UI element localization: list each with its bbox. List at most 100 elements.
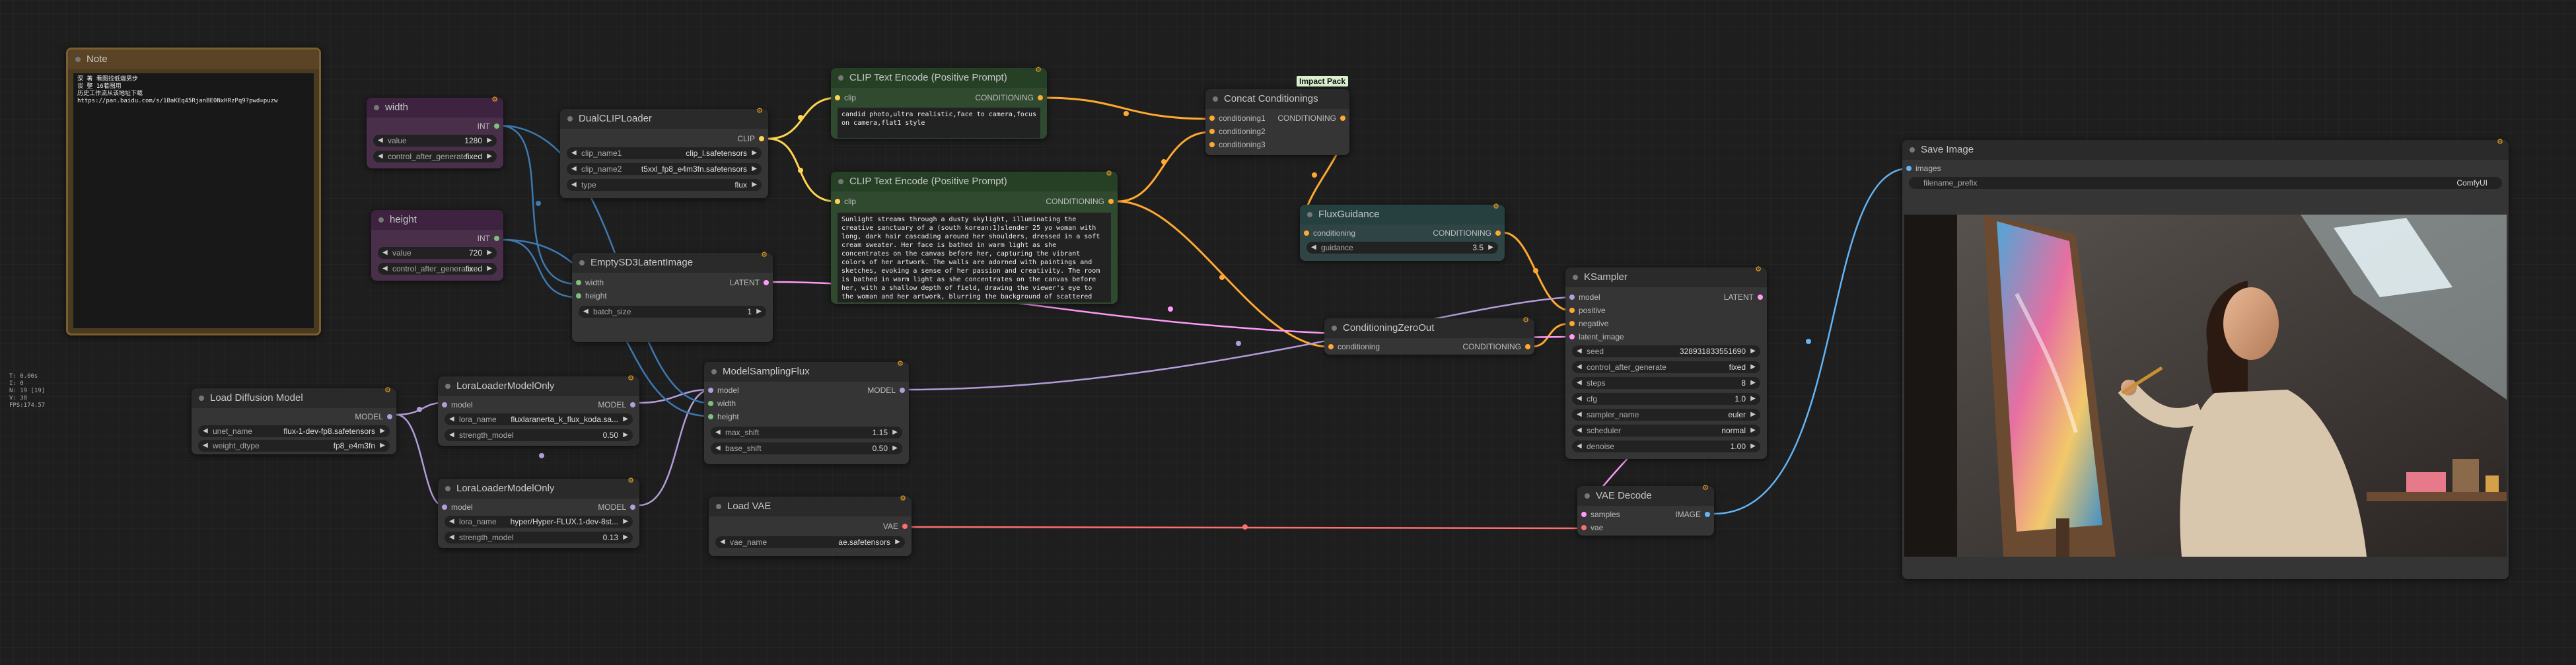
output-conditioning[interactable]: CONDITIONING (1046, 195, 1118, 207)
load-vae-node[interactable]: Load VAE ⚙ VAE ◀ vae_name ae.safetensors ▶ (709, 495, 912, 556)
input-conditioning[interactable]: conditioning (1324, 341, 1380, 353)
clip-name2-widget[interactable]: ◀ clip_name2 t5xxl_fp8_e4m3fn.safetensors ▶ (567, 163, 762, 175)
clip-encode-title-bar[interactable]: CLIP Text Encode (Positive Prompt) ⚙ (831, 66, 1047, 88)
prompt-textarea[interactable]: candid photo,ultra realistic,face to cam… (838, 108, 1040, 138)
input-connector[interactable] (1581, 512, 1587, 517)
dualclip-title-bar[interactable]: DualCLIPLoader ⚙ (560, 107, 768, 129)
increment-arrow-icon[interactable]: ▶ (1488, 242, 1493, 254)
output-model[interactable]: MODEL (598, 501, 639, 513)
increment-arrow-icon[interactable]: ▶ (1750, 440, 1756, 452)
lora-title-bar[interactable]: LoraLoaderModelOnly ⚙ (438, 374, 639, 396)
output-connector[interactable] (494, 123, 499, 129)
input-connector[interactable] (835, 199, 840, 204)
input-clip[interactable]: clip (831, 92, 856, 104)
note-text-area[interactable]: 深 著 看图找低端男步 谈 整 16着图用 历史工作流从该地址下载 https:… (73, 73, 314, 328)
decrement-arrow-icon[interactable]: ◀ (571, 147, 577, 159)
width-title-bar[interactable]: width ⚙ (367, 96, 503, 118)
output-connector[interactable] (1525, 344, 1530, 349)
input-width[interactable]: width (704, 398, 736, 409)
output-image[interactable]: IMAGE (1675, 508, 1714, 520)
decrement-arrow-icon[interactable]: ◀ (449, 429, 454, 441)
input-connector[interactable] (576, 293, 581, 298)
increment-arrow-icon[interactable]: ▶ (1750, 393, 1756, 405)
ksampler-node[interactable]: KSampler ⚙ model LATENT positive negative… (1565, 265, 1767, 459)
decrement-arrow-icon[interactable]: ◀ (720, 536, 725, 548)
output-connector[interactable] (900, 388, 905, 393)
output-connector[interactable] (387, 414, 392, 419)
strength-model-widget[interactable]: ◀ strength_model 0.13 ▶ (445, 532, 633, 543)
height-title-bar[interactable]: height (371, 210, 503, 230)
flux-guidance-title-bar[interactable]: FluxGuidance ⚙ (1300, 203, 1505, 225)
collapse-dot[interactable] (1213, 96, 1218, 102)
increment-arrow-icon[interactable]: ▶ (1750, 345, 1756, 357)
collapse-dot[interactable] (1573, 275, 1578, 280)
input-connector[interactable] (576, 280, 581, 285)
collapse-dot[interactable] (378, 217, 384, 223)
collapse-dot[interactable] (838, 179, 843, 184)
flux-guidance-node[interactable]: FluxGuidance ⚙ conditioning CONDITIONING … (1300, 203, 1505, 261)
output-vae[interactable]: VAE (883, 520, 912, 532)
dualclip-loader-node[interactable]: DualCLIPLoader ⚙ CLIP ◀ clip_name1 clip_l.s… (560, 107, 768, 198)
ksampler-title-bar[interactable]: KSampler ⚙ (1565, 265, 1767, 287)
clip-encode-title-bar[interactable]: CLIP Text Encode (Positive Prompt) ⚙ (831, 170, 1118, 192)
input-conditioning[interactable]: conditioning (1300, 227, 1355, 239)
input-connector[interactable] (1569, 295, 1575, 300)
lora-title-bar[interactable]: LoraLoaderModelOnly ⚙ (438, 477, 639, 499)
input-conditioning3[interactable]: conditioning3 (1205, 139, 1266, 151)
output-clip[interactable]: CLIP (737, 133, 768, 145)
input-height[interactable]: height (572, 290, 607, 302)
decrement-arrow-icon[interactable]: ◀ (449, 532, 454, 543)
decrement-arrow-icon[interactable]: ◀ (1577, 440, 1582, 452)
increment-arrow-icon[interactable]: ▶ (752, 147, 757, 159)
decrement-arrow-icon[interactable]: ◀ (571, 179, 577, 191)
increment-arrow-icon[interactable]: ▶ (487, 247, 492, 259)
note-node[interactable]: Note 深 著 看图找低端男步 谈 整 16着图用 历史工作流从该地址下载 h… (66, 48, 321, 335)
input-negative[interactable]: negative (1565, 318, 1608, 330)
input-model[interactable]: model (438, 399, 473, 411)
height-node[interactable]: height INT ◀ value 720 ▶ ◀ control_after_gen… (371, 210, 503, 281)
increment-arrow-icon[interactable]: ▶ (892, 442, 898, 454)
guidance-widget[interactable]: ◀ guidance 3.5 ▶ (1306, 242, 1498, 254)
increment-arrow-icon[interactable]: ▶ (623, 429, 628, 441)
increment-arrow-icon[interactable]: ▶ (380, 425, 385, 437)
input-connector[interactable] (835, 95, 840, 100)
increment-arrow-icon[interactable]: ▶ (752, 163, 757, 175)
lora-loader-node-1[interactable]: LoraLoaderModelOnly ⚙ model MODEL ◀ lora_n… (438, 374, 639, 446)
collapse-dot[interactable] (1307, 212, 1312, 217)
output-conditioning[interactable]: CONDITIONING (1433, 227, 1505, 239)
decrement-arrow-icon[interactable]: ◀ (1577, 361, 1582, 373)
decrement-arrow-icon[interactable]: ◀ (203, 425, 208, 437)
output-latent[interactable]: LATENT (730, 277, 773, 289)
decrement-arrow-icon[interactable]: ◀ (449, 516, 454, 528)
load-diffusion-title-bar[interactable]: Load Diffusion Model ⚙ (192, 386, 396, 408)
collapse-dot[interactable] (716, 504, 721, 509)
load-vae-title-bar[interactable]: Load VAE ⚙ (709, 495, 912, 516)
increment-arrow-icon[interactable]: ▶ (380, 440, 385, 452)
collapse-dot[interactable] (1332, 326, 1337, 331)
input-connector[interactable] (1569, 321, 1575, 326)
input-connector[interactable] (708, 401, 713, 406)
input-connector[interactable] (442, 402, 447, 407)
control-after-generate-widget[interactable]: ◀ control_after_generate fixed ▶ (1572, 361, 1760, 373)
increment-arrow-icon[interactable]: ▶ (1750, 425, 1756, 437)
lora-loader-node-2[interactable]: LoraLoaderModelOnly ⚙ model MODEL ◀ lora_n… (438, 477, 639, 548)
vae-decode-node[interactable]: VAE Decode ⚙ samples IMAGE vae (1577, 484, 1714, 536)
output-model[interactable]: MODEL (355, 411, 396, 423)
load-diffusion-model-node[interactable]: Load Diffusion Model ⚙ MODEL ◀ unet_name fl… (192, 386, 396, 454)
collapse-dot[interactable] (445, 486, 450, 491)
increment-arrow-icon[interactable]: ▶ (487, 263, 492, 275)
input-width[interactable]: width (572, 277, 604, 289)
input-connector[interactable] (442, 505, 447, 510)
collapse-dot[interactable] (374, 105, 379, 110)
clip-name1-widget[interactable]: ◀ clip_name1 clip_l.safetensors ▶ (567, 147, 762, 159)
decrement-arrow-icon[interactable]: ◀ (1577, 393, 1582, 405)
decrement-arrow-icon[interactable]: ◀ (382, 263, 388, 275)
input-connector[interactable] (708, 414, 713, 419)
collapse-dot[interactable] (579, 260, 585, 265)
decrement-arrow-icon[interactable]: ◀ (1577, 377, 1582, 389)
collapse-dot[interactable] (711, 369, 717, 374)
control-widget[interactable]: ◀ control_after_generate fixed ▶ (378, 263, 497, 275)
zero-out-title-bar[interactable]: ConditioningZeroOut ⚙ (1324, 316, 1534, 338)
input-images[interactable]: images (1902, 162, 1941, 174)
output-connector[interactable] (1108, 199, 1114, 204)
